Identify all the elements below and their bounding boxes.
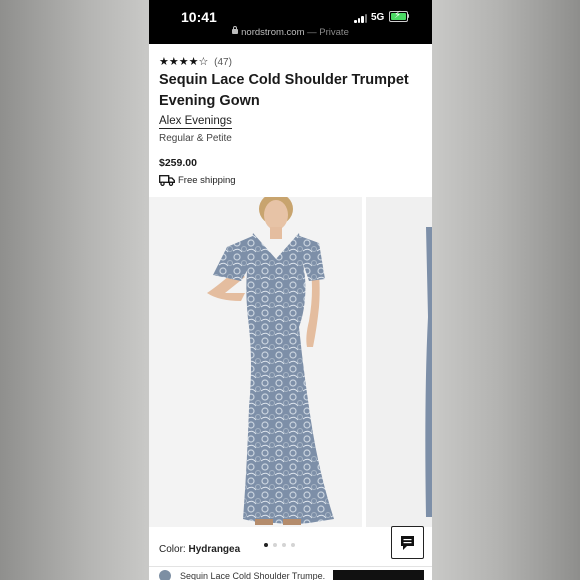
chat-button[interactable] [391,526,424,559]
address-bar[interactable]: nordstrom.com — Private [149,26,432,38]
carousel-dot[interactable] [264,543,268,547]
battery-icon: ⚡ [389,10,408,22]
product-thumbnail [159,570,171,580]
color-selection: Color: Hydrangea [159,544,240,555]
phone-screen: 10:41 5G ⚡ nordstrom.com — Private ★★★★☆… [149,0,432,580]
status-time: 10:41 [181,9,217,25]
shipping-info: Free shipping [159,175,236,186]
carousel-dot[interactable] [273,543,277,547]
size-range: Regular & Petite [159,133,232,144]
add-to-bag-button[interactable] [333,570,424,580]
dress-model-image-next [425,227,432,517]
truck-icon [159,175,175,187]
carousel-dot[interactable] [291,543,295,547]
sticky-product-title: Sequin Lace Cold Shoulder Trumpe... [180,571,325,580]
product-title: Sequin Lace Cold Shoulder Trumpet Evenin… [159,72,409,109]
shipping-label: Free shipping [178,175,236,187]
product-photo-next[interactable] [366,197,432,527]
dress-model-image [207,197,334,525]
network-type: 5G [371,12,385,23]
sticky-add-to-bag-bar: Sequin Lace Cold Shoulder Trumpe... [149,566,432,580]
private-label: — Private [307,27,349,38]
review-count: (47) [214,57,232,68]
brand-link[interactable]: Alex Evenings [159,115,232,129]
rating-row[interactable]: ★★★★☆ (47) [159,55,232,68]
lock-icon [232,26,239,34]
carousel-dot[interactable] [282,543,286,547]
photo-background-left [0,0,149,580]
battery-cap [407,14,409,18]
chat-icon [401,536,414,550]
product-price: $259.00 [159,157,197,169]
product-photo-main[interactable] [149,197,362,527]
status-bar: 10:41 5G ⚡ nordstrom.com — Private [149,0,432,44]
product-image-carousel[interactable] [149,197,432,527]
color-label: Color: [159,544,186,555]
color-value: Hydrangea [188,544,241,555]
cellular-signal-icon [354,13,368,23]
photo-background-right [432,0,580,580]
url-domain: nordstrom.com [241,27,305,38]
carousel-pagination[interactable] [264,534,300,552]
star-rating-icon: ★★★★☆ [159,56,209,68]
